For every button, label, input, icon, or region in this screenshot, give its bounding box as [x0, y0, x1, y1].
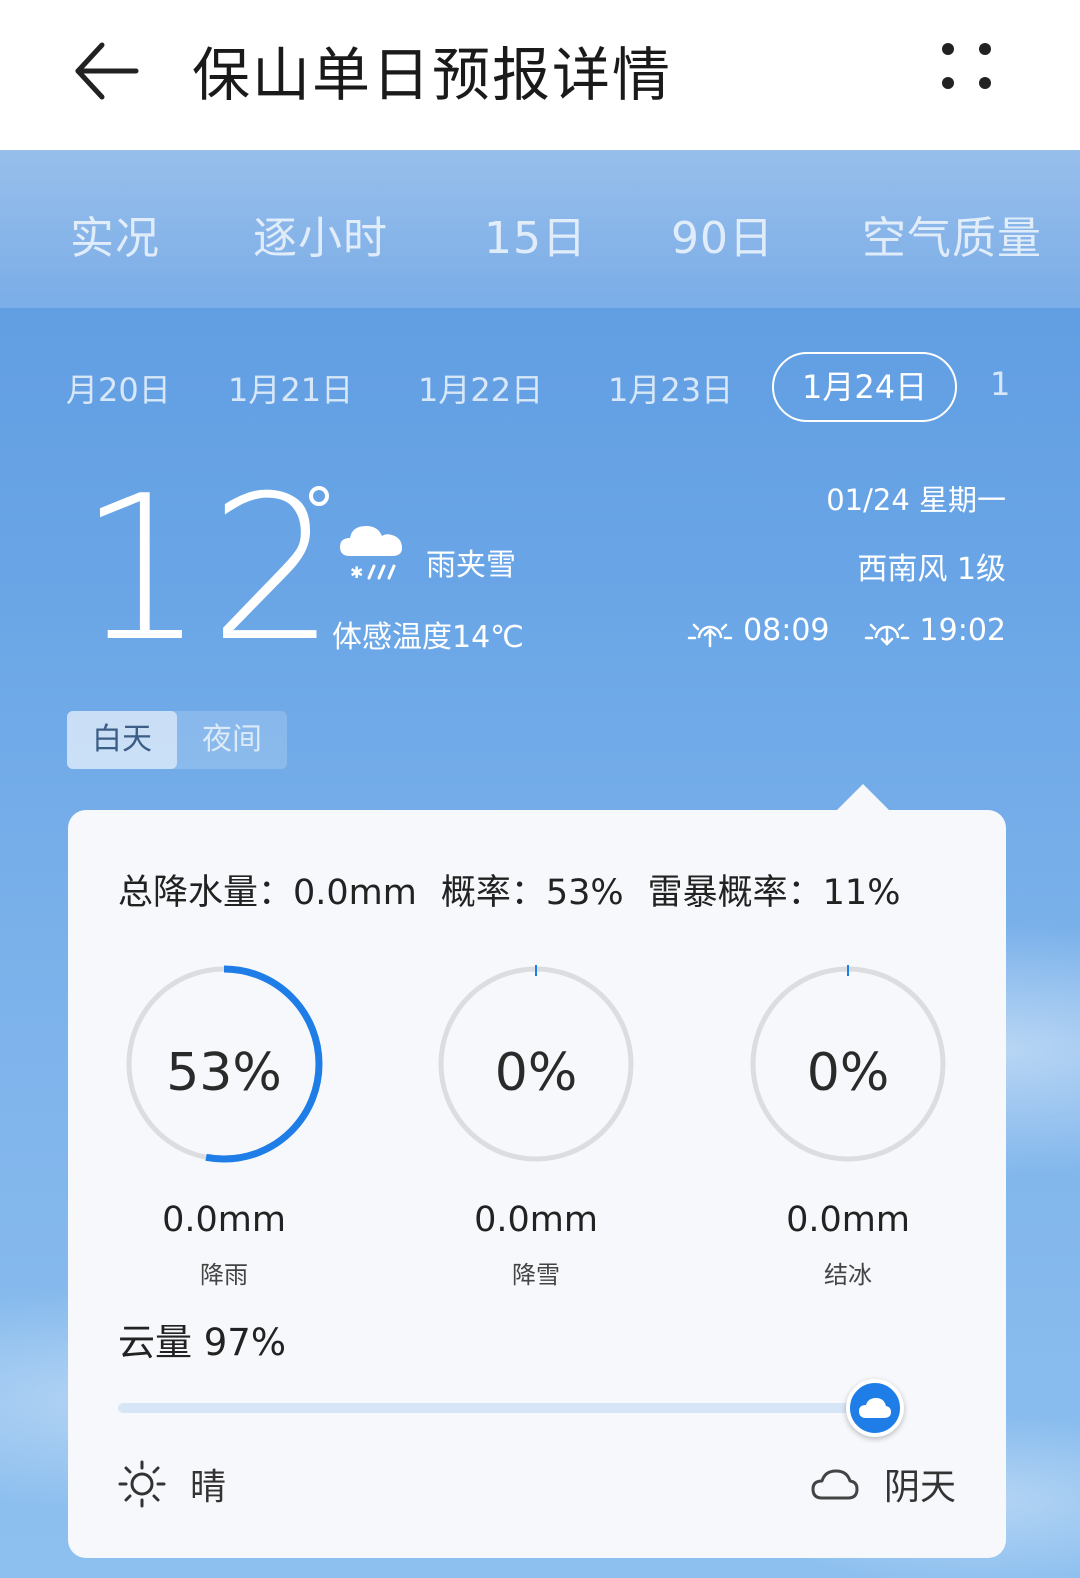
- precip-probability: 概率：53%: [440, 873, 624, 913]
- ice-label: 结冰: [824, 1261, 872, 1289]
- snow-ring: 0%: [436, 962, 636, 1166]
- degree-symbol: [309, 486, 329, 506]
- date-item[interactable]: 1月23日: [608, 365, 733, 411]
- cloud-cover-thumb[interactable]: [845, 1379, 904, 1437]
- overcast-legend: 阴天: [810, 1458, 956, 1510]
- page-title: 保山单日预报详情: [192, 41, 673, 109]
- cloud-icon: [858, 1398, 891, 1418]
- precip-summary: 总降水量：0.0mm 概率：53% 雷暴概率：11%: [118, 864, 924, 915]
- date-item[interactable]: 1: [990, 365, 1010, 403]
- sunrise-icon: [687, 623, 733, 648]
- card-pointer: [836, 784, 890, 811]
- night-option[interactable]: 夜间: [177, 711, 287, 769]
- date-item[interactable]: 1月22日: [418, 365, 543, 411]
- sunrise-time: 08:09: [743, 612, 830, 648]
- sun-icon: [118, 1460, 166, 1508]
- date-weekday: 01/24 星期一: [826, 483, 1006, 517]
- condition-text: 雨夹雪: [426, 548, 516, 583]
- arrow-left-icon: [75, 42, 139, 100]
- tab-15day[interactable]: 15日: [484, 202, 587, 266]
- rain-label: 降雨: [200, 1261, 248, 1289]
- sunset-icon: [864, 623, 909, 646]
- rain-ring: 53%: [124, 962, 324, 1166]
- thunder-probability: 雷暴概率：11%: [647, 873, 901, 913]
- more-button[interactable]: [935, 35, 1005, 105]
- tab-air-quality[interactable]: 空气质量: [862, 202, 1042, 266]
- ice-ring: 0%: [748, 962, 948, 1166]
- ice-percent: 0%: [806, 1043, 890, 1103]
- temperature-value: 12: [78, 453, 341, 686]
- ice-amount: 0.0mm: [786, 1200, 910, 1240]
- clear-legend: 晴: [118, 1458, 226, 1510]
- svg-text:✱: ✱: [350, 563, 363, 582]
- tab-hourly[interactable]: 逐小时: [253, 202, 388, 266]
- app-header: 保山单日预报详情: [0, 0, 1080, 150]
- sunset-time: 19:02: [919, 612, 1006, 648]
- snow-percent: 0%: [494, 1043, 578, 1103]
- total-precip: 总降水量：0.0mm: [118, 873, 417, 913]
- rain-amount: 0.0mm: [162, 1200, 286, 1240]
- feels-like-text: 体感温度14℃: [332, 620, 524, 655]
- clear-label: 晴: [190, 1467, 227, 1508]
- rain-percent: 53%: [166, 1043, 282, 1103]
- cloud-cover-title: 云量 97%: [118, 1321, 286, 1364]
- tab-live[interactable]: 实况: [70, 202, 160, 266]
- precip-card: [68, 810, 1006, 1558]
- main-tabs: 实况 逐小时 15日 90日 空气质量: [0, 150, 1080, 308]
- date-item-selected[interactable]: 1月24日: [772, 352, 958, 422]
- date-item[interactable]: 1月21日: [228, 365, 353, 411]
- sun-times: 08:09 19:02: [687, 608, 1006, 652]
- tab-90day[interactable]: 90日: [671, 202, 774, 266]
- sleet-icon: ✱: [336, 518, 408, 584]
- date-item[interactable]: 月20日: [66, 365, 171, 411]
- overcast-label: 阴天: [883, 1467, 956, 1508]
- back-button[interactable]: [70, 35, 142, 107]
- cloud-outline-icon: [811, 1469, 859, 1500]
- snow-label: 降雪: [512, 1261, 560, 1289]
- snow-amount: 0.0mm: [474, 1200, 598, 1240]
- day-option[interactable]: 白天: [67, 711, 177, 769]
- more-dots-icon: [942, 43, 991, 89]
- cloud-cover-track: [118, 1403, 898, 1413]
- day-night-toggle: 白天 夜间: [67, 711, 287, 769]
- wind-text: 西南风 1级: [857, 552, 1006, 587]
